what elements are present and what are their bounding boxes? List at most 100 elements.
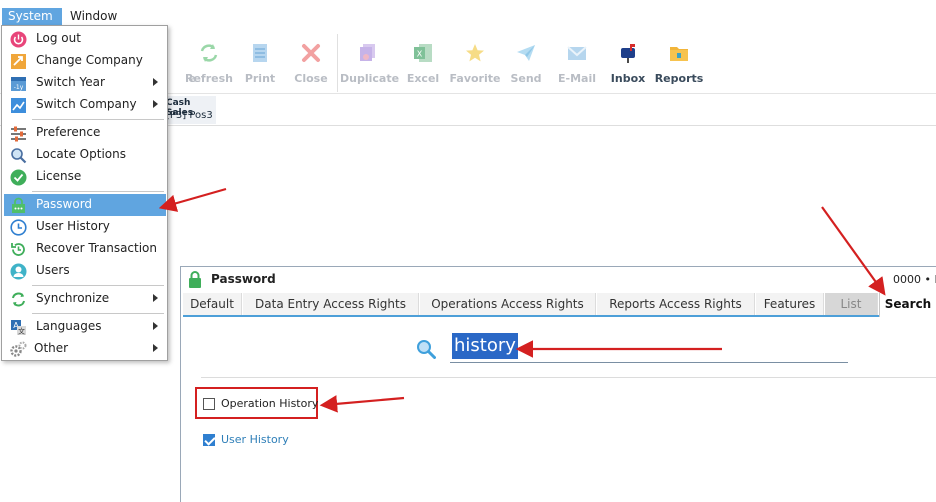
inbox-button[interactable]: Inbox [600, 42, 656, 92]
dialog-tabs: Default Data Entry Access Rights Operati… [183, 293, 936, 317]
print-button[interactable]: Print [232, 42, 288, 92]
reports-button[interactable]: Reports [651, 42, 707, 92]
excel-button[interactable]: X Excel [395, 42, 451, 92]
menu-item-label: Users [36, 263, 70, 277]
submenu-arrow-icon [153, 322, 158, 330]
power-icon [10, 31, 27, 48]
check-badge-icon [10, 169, 27, 186]
menu-item-label: Log out [36, 31, 81, 45]
magnifier-icon [11, 148, 27, 164]
submenu-arrow-icon [153, 100, 158, 108]
toolbar-label: Reports [654, 72, 704, 85]
toolbar-label: E-Mail [558, 72, 596, 85]
menu-item-license[interactable]: License [4, 166, 166, 188]
search-icon [417, 340, 436, 359]
tab-features[interactable]: Features [756, 293, 824, 315]
submenu-arrow-icon [153, 78, 158, 86]
language-icon: A文 [11, 320, 26, 336]
tab-reports-access-rights[interactable]: Reports Access Rights [597, 293, 755, 315]
calendar-icon: -1y [11, 77, 26, 91]
folder-icon [670, 47, 688, 61]
menu-item-label: Password [36, 197, 93, 211]
print-icon [253, 44, 267, 62]
favorite-button[interactable]: Favorite [447, 42, 503, 92]
paper-plane-icon [517, 45, 535, 61]
menu-item-label: License [36, 169, 82, 183]
menu-item-other[interactable]: Other [4, 338, 166, 360]
document-tab-subtitle: [P3] Pos3 [166, 110, 213, 121]
result-label: Operation History [221, 397, 319, 410]
sliders-icon [11, 126, 26, 142]
toolbar-label: Favorite [449, 72, 501, 85]
toolbar-label: Print [244, 72, 276, 85]
document-tab-cash-sales[interactable]: Cash Sales [P3] Pos3 [160, 96, 216, 124]
refresh-icon [200, 44, 218, 62]
menu-item-users[interactable]: Users [4, 260, 166, 282]
menu-separator [32, 191, 164, 192]
menu-system[interactable]: System [2, 8, 62, 25]
envelope-icon [567, 46, 587, 60]
close-button[interactable]: Close [283, 42, 339, 92]
refresh-button[interactable]: Refresh [181, 42, 237, 92]
tab-operations-access-rights[interactable]: Operations Access Rights [420, 293, 596, 315]
gears-icon [10, 341, 27, 357]
close-icon [302, 44, 320, 62]
search-row: history [416, 331, 852, 365]
clock-icon [10, 219, 27, 236]
menu-item-recover-transaction[interactable]: Recover Transaction [4, 238, 166, 260]
submenu-arrow-icon [153, 294, 158, 302]
menu-item-languages[interactable]: A文 Languages [4, 316, 166, 338]
menu-item-label: Recover Transaction [36, 241, 158, 255]
password-icon [12, 197, 25, 213]
menu-item-label: Switch Company [36, 97, 137, 111]
tab-default[interactable]: Default [183, 293, 242, 315]
toolbar-label: Refresh [185, 72, 233, 85]
app-window: System Window e Refresh Print Close Dupl… [0, 0, 936, 502]
menu-item-user-history[interactable]: User History [4, 216, 166, 238]
tab-data-entry-access-rights[interactable]: Data Entry Access Rights [243, 293, 419, 315]
email-button[interactable]: E-Mail [549, 42, 605, 92]
menu-item-label: Languages [36, 319, 102, 333]
checkbox-checked[interactable] [203, 434, 215, 446]
checkbox[interactable] [203, 398, 215, 410]
menu-item-password[interactable]: Password [4, 194, 166, 216]
star-icon [466, 44, 484, 62]
menu-bar: System Window [0, 0, 936, 28]
menu-item-locate-options[interactable]: Locate Options [4, 144, 166, 166]
tab-search[interactable]: Search [879, 293, 936, 317]
dialog-title: Password [211, 272, 276, 286]
menu-item-label: Locate Options [36, 147, 126, 161]
password-dialog: Password 0000 • E Default Data Entry Acc… [180, 266, 936, 502]
menu-separator [32, 285, 164, 286]
menu-item-synchronize[interactable]: Synchronize [4, 288, 166, 310]
lock-icon [189, 271, 201, 288]
switch-company-icon [11, 98, 26, 113]
user-icon [10, 263, 27, 280]
search-selected-text: history [452, 333, 518, 359]
toolbar-separator [337, 34, 338, 92]
menu-item-label: User History [36, 219, 110, 233]
menu-item-label: Other [34, 341, 69, 355]
toolbar-label: Duplicate [340, 72, 400, 85]
menu-item-change-company[interactable]: Change Company [4, 50, 166, 72]
menu-item-switch-company[interactable]: Switch Company [4, 94, 166, 116]
menu-window[interactable]: Window [64, 8, 123, 25]
menu-item-switch-year[interactable]: -1y Switch Year [4, 72, 166, 94]
dialog-status: 0000 • E [893, 273, 936, 286]
menu-item-label: Change Company [36, 53, 143, 67]
submenu-arrow-icon [153, 344, 158, 352]
duplicate-button[interactable]: Duplicate [340, 42, 400, 92]
toolbar-label: Close [294, 72, 328, 85]
svg-text:文: 文 [18, 327, 25, 336]
toolbar-label: Excel [406, 72, 440, 85]
menu-separator [32, 313, 164, 314]
tab-list[interactable]: List [825, 293, 878, 315]
svg-text:-1y: -1y [14, 84, 24, 91]
system-menu: Log out Change Company -1y Switch Year S… [1, 25, 168, 361]
excel-icon: X [414, 44, 432, 62]
send-button[interactable]: Send [498, 42, 554, 92]
change-company-icon [11, 54, 26, 69]
menu-item-preference[interactable]: Preference [4, 122, 166, 144]
menu-item-log-out[interactable]: Log out [4, 28, 166, 50]
mailbox-icon [621, 44, 635, 63]
